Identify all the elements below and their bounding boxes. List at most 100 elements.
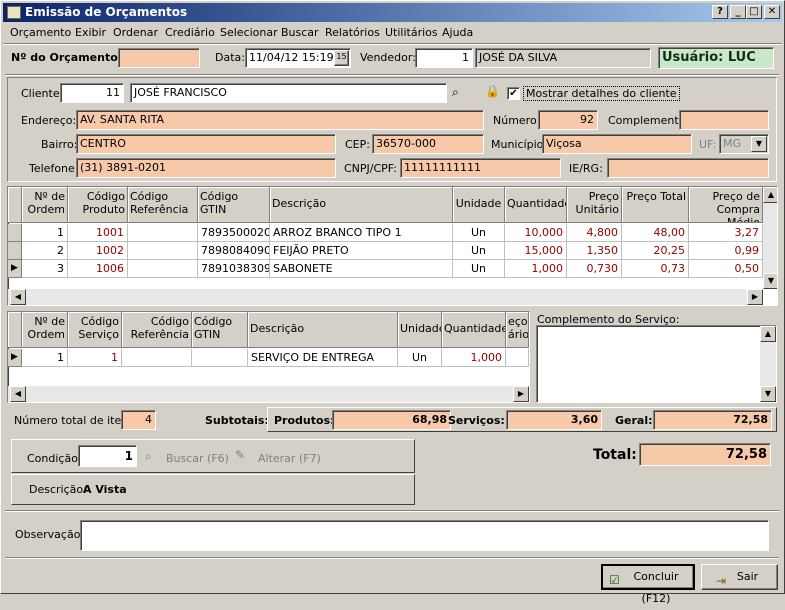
servicos-cell[interactable]: Un [398, 349, 442, 367]
produtos-cell[interactable]: 48,00 [622, 224, 689, 242]
produtos-cell[interactable]: Un [453, 242, 505, 260]
produtos-header-referencia[interactable]: Código Referência [128, 187, 198, 223]
servicos-cell[interactable]: SERVIÇO DE ENTREGA [248, 349, 398, 367]
produtos-header-ordem[interactable]: Nº de Ordem [22, 187, 68, 223]
complemento-scroll-down-icon[interactable]: ▼ [760, 386, 776, 402]
produtos-header-codigo[interactable]: Código Produto [68, 187, 128, 223]
servicos-header-quantidade[interactable]: Quantidade [442, 312, 506, 348]
servicos-scroll-right-icon[interactable]: ▶ [513, 386, 529, 402]
produtos-cell[interactable]: 1001 [68, 224, 128, 242]
produtos-cell[interactable] [128, 260, 198, 278]
produtos-scroll-left-icon[interactable]: ◀ [10, 289, 26, 305]
servicos-scroll-left-icon[interactable]: ◀ [10, 386, 26, 402]
produtos-header-gtin[interactable]: Código GTIN [198, 187, 270, 223]
observacao-field[interactable] [80, 520, 769, 551]
produtos-header-compra[interactable]: Preço de Compra Médio [689, 187, 763, 223]
servicos-cell[interactable]: 1 [22, 349, 68, 367]
produtos-cell[interactable]: 1 [22, 224, 68, 242]
produtos-cell[interactable]: 3,27 [689, 224, 763, 242]
servicos-cell[interactable]: 1,000 [442, 349, 506, 367]
servicos-cell[interactable] [122, 349, 192, 367]
menu-exibir[interactable]: Exibir [75, 26, 106, 39]
menu-selecionar[interactable]: Selecionar [220, 26, 278, 39]
servicos-header-referencia[interactable]: Código Referência [122, 312, 192, 348]
produtos-cell[interactable]: 3 [22, 260, 68, 278]
menu-crediario[interactable]: Crediário [165, 26, 215, 39]
servicos-header-gtin[interactable]: Código GTIN [192, 312, 248, 348]
menu-ordenar[interactable]: Ordenar [113, 26, 158, 39]
produtos-cell[interactable]: 1,350 [567, 242, 622, 260]
produtos-cell[interactable] [128, 242, 198, 260]
app-icon [7, 6, 21, 19]
mostrar-detalhes-label[interactable]: Mostrar detalhes do cliente [523, 86, 680, 101]
produtos-cell[interactable]: 0,730 [567, 260, 622, 278]
servicos-cell[interactable]: 1 [68, 349, 122, 367]
produtos-header-descricao[interactable]: Descrição [270, 187, 453, 223]
produtos-cell[interactable]: 1,000 [505, 260, 567, 278]
produtos-scroll-right-icon[interactable]: ▶ [747, 289, 763, 305]
row-indicator[interactable]: ▶ [8, 349, 22, 367]
produtos-cell[interactable]: 1002 [68, 242, 128, 260]
produtos-cell[interactable]: ARROZ BRANCO TIPO 1 [270, 224, 453, 242]
servicos-header-preco[interactable]: eço ário [506, 312, 529, 348]
buscar-button[interactable]: Buscar (F6) [166, 452, 229, 465]
row-indicator[interactable] [8, 242, 22, 260]
servicos-header-codigo[interactable]: Código Serviço [68, 312, 122, 348]
produtos-cell[interactable]: 1006 [68, 260, 128, 278]
close-button[interactable]: ✕ [764, 5, 780, 19]
row-indicator[interactable]: ▶ [8, 260, 22, 278]
produtos-cell[interactable]: 789103830910 [198, 260, 270, 278]
servicos-hscroll[interactable] [8, 386, 529, 402]
produtos-cell[interactable]: FEIJÃO PRETO [270, 242, 453, 260]
servicos-cell[interactable] [506, 349, 529, 367]
produtos-scroll-down-icon[interactable]: ▼ [763, 273, 777, 289]
produtos-cell[interactable]: Un [453, 260, 505, 278]
uf-chevron-down-icon[interactable]: ▼ [751, 136, 767, 152]
produtos-cell[interactable] [128, 224, 198, 242]
cliente-code-field[interactable]: 11 [60, 83, 124, 103]
mostrar-detalhes-checkbox[interactable]: ✔ [507, 87, 520, 100]
servicos-header-unidade[interactable]: Unidade [398, 312, 442, 348]
produtos-cell[interactable]: 789350002015 [198, 224, 270, 242]
binoculars-icon[interactable]: ⌕ [452, 85, 459, 100]
produtos-cell[interactable]: 10,000 [505, 224, 567, 242]
produtos-hscroll[interactable] [8, 289, 763, 305]
menu-relatorios[interactable]: Relatórios [325, 26, 380, 39]
produtos-cell[interactable]: 4,800 [567, 224, 622, 242]
calendar-button[interactable]: 15 [334, 50, 349, 66]
vendedor-code-field[interactable]: 1 [415, 48, 473, 68]
servicos-cell[interactable] [192, 349, 248, 367]
produtos-cell[interactable]: SABONETE [270, 260, 453, 278]
produtos-cell[interactable]: 789808409001 [198, 242, 270, 260]
complemento-scroll-up-icon[interactable]: ▲ [760, 326, 776, 342]
menu-utilitarios[interactable]: Utilitários [385, 26, 438, 39]
minimize-button[interactable]: _ [730, 5, 746, 19]
menu-buscar[interactable]: Buscar [281, 26, 319, 39]
produtos-cell[interactable]: 0,50 [689, 260, 763, 278]
cliente-name-field[interactable]: JOSÉ FRANCISCO [130, 83, 447, 103]
produtos-header-unidade[interactable]: Unidade [453, 187, 505, 223]
condicao-field[interactable]: 1 [78, 445, 137, 467]
produtos-cell[interactable]: 2 [22, 242, 68, 260]
help-button[interactable]: ? [712, 5, 728, 19]
complemento-servico-field[interactable]: ▲ ▼ [536, 325, 777, 403]
produtos-header-unitario[interactable]: Preço Unitário [567, 187, 622, 223]
menu-orcamento[interactable]: Orçamento [10, 26, 71, 39]
produtos-cell[interactable]: 15,000 [505, 242, 567, 260]
servicos-header-ordem[interactable]: Nº de Ordem [22, 312, 68, 348]
orcamento-field[interactable] [118, 48, 200, 68]
produtos-cell[interactable]: 0,73 [622, 260, 689, 278]
menu-ajuda[interactable]: Ajuda [442, 26, 473, 39]
produtos-header-total[interactable]: Preço Total [622, 187, 689, 223]
alterar-button[interactable]: Alterar (F7) [258, 452, 321, 465]
produtos-cell[interactable]: Un [453, 224, 505, 242]
concluir-button[interactable]: ☑ Concluir (F12) [601, 564, 695, 605]
produtos-cell[interactable]: 20,25 [622, 242, 689, 260]
sair-button[interactable]: ⇥ Sair [701, 564, 778, 590]
row-indicator[interactable] [8, 224, 22, 242]
servicos-header-descricao[interactable]: Descrição [248, 312, 398, 348]
maximize-button[interactable]: □ [746, 5, 762, 19]
produtos-header-quantidade[interactable]: Quantidade [505, 187, 567, 223]
produtos-cell[interactable]: 0,99 [689, 242, 763, 260]
produtos-scroll-up-icon[interactable]: ▲ [763, 187, 777, 203]
